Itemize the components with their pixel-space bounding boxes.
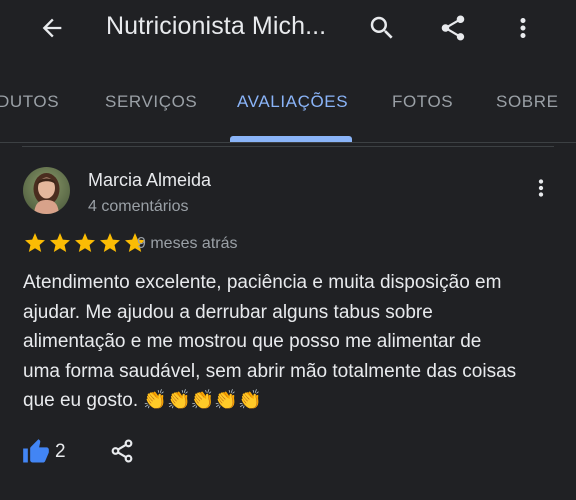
app-bar: Nutricionista Mich... xyxy=(0,0,576,56)
page-title: Nutricionista Mich... xyxy=(106,12,327,40)
reviewer-review-count: 4 comentários xyxy=(88,198,189,215)
star-icon xyxy=(100,233,120,252)
thumb-up-icon xyxy=(23,439,49,463)
tab-bar: DUTOS SERVIÇOS AVALIAÇÕES FOTOS SOBRE xyxy=(0,72,576,143)
back-button[interactable] xyxy=(30,6,74,50)
share-icon xyxy=(441,15,465,41)
share-icon xyxy=(111,439,133,463)
tab-produtos[interactable]: DUTOS xyxy=(0,92,59,112)
like-button[interactable]: 2 xyxy=(22,436,66,468)
star-icon xyxy=(75,233,95,252)
star-icon xyxy=(25,233,45,252)
tab-fotos[interactable]: FOTOS xyxy=(392,92,453,112)
arrow-back-icon xyxy=(42,18,62,38)
search-button[interactable] xyxy=(360,6,404,50)
more-options-button[interactable] xyxy=(501,6,545,50)
search-icon xyxy=(370,16,393,39)
active-tab-indicator xyxy=(230,136,352,142)
section-divider xyxy=(22,146,554,147)
share-place-button[interactable] xyxy=(431,6,475,50)
tab-avaliacoes[interactable]: AVALIAÇÕES xyxy=(237,92,348,112)
review-time: 9 meses atrás xyxy=(137,235,238,252)
review-more-button[interactable] xyxy=(522,170,560,206)
star-icon xyxy=(50,233,70,252)
reviewer-name[interactable]: Marcia Almeida xyxy=(88,170,211,191)
share-review-button[interactable] xyxy=(104,434,140,468)
review-text: Atendimento excelente, paciência e muita… xyxy=(23,272,517,411)
more-vert-icon xyxy=(520,18,526,38)
avatar[interactable] xyxy=(23,167,70,214)
tab-sobre[interactable]: SOBRE xyxy=(496,92,559,112)
star-rating xyxy=(23,231,147,255)
more-vert-icon xyxy=(538,179,544,197)
like-count: 2 xyxy=(55,441,66,462)
tab-servicos[interactable]: SERVIÇOS xyxy=(105,92,197,112)
